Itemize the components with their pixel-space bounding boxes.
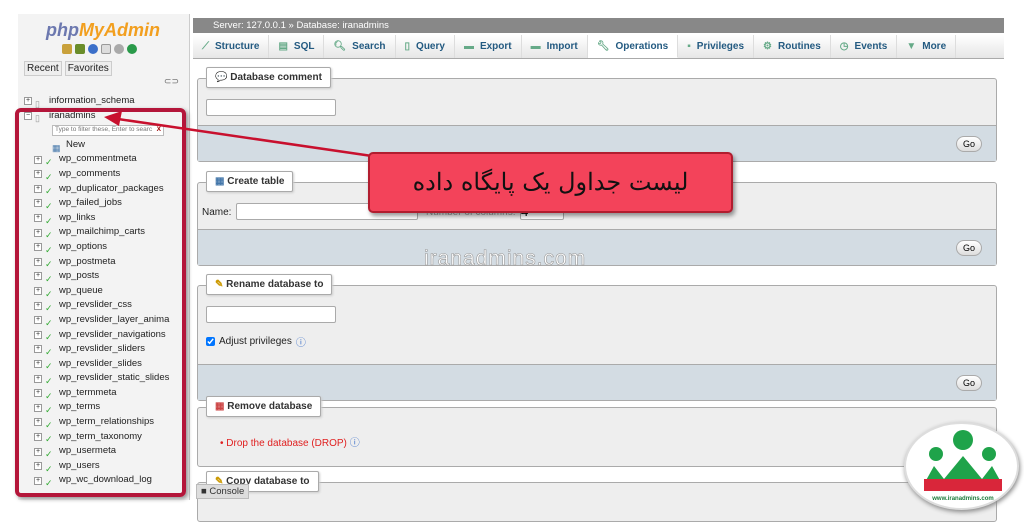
iranadmins-logo: www.iranadmins.com [904,422,1019,510]
watermark: iranadmins.com [424,247,587,271]
svg-text:www.iranadmins.com: www.iranadmins.com [931,496,993,502]
annotation-callout: لیست جداول یک پایگاه داده [368,152,733,213]
